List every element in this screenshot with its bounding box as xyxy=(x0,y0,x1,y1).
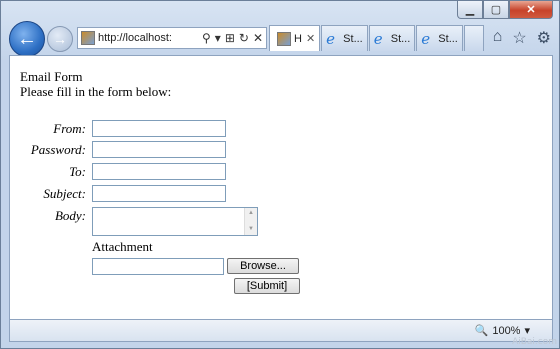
back-button[interactable]: ← xyxy=(9,21,45,57)
tab-strip: H ✕ e St... e St... e St... xyxy=(269,25,484,51)
back-arrow-icon: ← xyxy=(17,27,37,50)
stop-icon[interactable]: ✕ xyxy=(253,31,263,45)
to-input[interactable] xyxy=(92,163,226,180)
body-textarea[interactable]: ▲ ▼ xyxy=(92,207,258,236)
tab-label: H xyxy=(294,32,302,45)
tab-label: St... xyxy=(438,32,458,45)
subject-label: Subject: xyxy=(43,186,86,201)
attachment-label: Attachment xyxy=(92,239,153,254)
ie-icon: e xyxy=(326,29,336,48)
compatibility-icon[interactable]: ⊞ xyxy=(225,31,235,45)
gear-icon[interactable]: ⚙ xyxy=(537,28,551,48)
browse-button[interactable]: Browse... xyxy=(227,258,299,274)
refresh-icon[interactable]: ↻ xyxy=(239,31,249,45)
zoom-control[interactable]: 🔍 100% ▾ xyxy=(474,324,530,338)
chevron-down-icon[interactable]: ▾ xyxy=(524,324,530,337)
from-label: From: xyxy=(53,121,86,136)
home-icon[interactable]: ⌂ xyxy=(493,28,503,48)
favorites-icon[interactable]: ☆ xyxy=(512,28,526,48)
submit-button[interactable]: [Submit] xyxy=(234,278,300,294)
scrollbar[interactable]: ▲ ▼ xyxy=(244,208,257,235)
to-label: To: xyxy=(69,164,86,179)
zoom-icon: 🔍 xyxy=(474,325,489,337)
close-button[interactable]: ✕ xyxy=(509,1,553,19)
scroll-down-icon[interactable]: ▼ xyxy=(248,226,254,232)
page-content: Email Form Please fill in the form below… xyxy=(9,55,553,320)
ie-icon: e xyxy=(421,29,431,48)
dropdown-icon[interactable]: ▾ xyxy=(215,31,221,45)
address-text[interactable]: http://localhost: xyxy=(98,32,202,44)
status-bar: 🔍 100% ▾ xyxy=(9,320,553,342)
scroll-up-icon[interactable]: ▲ xyxy=(248,210,254,216)
password-label: Password: xyxy=(30,142,86,157)
zoom-level: 100% xyxy=(492,324,521,337)
tab-label: St... xyxy=(390,32,411,45)
new-tab-button[interactable] xyxy=(463,25,484,51)
tab-label: St... xyxy=(343,32,363,45)
ie-icon: e xyxy=(373,29,383,48)
maximize-button[interactable]: ▢ xyxy=(483,1,509,19)
tab[interactable]: e St... xyxy=(321,25,368,51)
toolbar: ⌂ ☆ ⚙ xyxy=(493,28,551,48)
form-instructions: Please fill in the form below: xyxy=(20,84,172,99)
address-bar[interactable]: http://localhost: ⚲ ▾ ⊞ ↻ ✕ xyxy=(77,27,267,49)
window-controls: ▁ ▢ ✕ xyxy=(457,1,553,19)
search-icon[interactable]: ⚲ xyxy=(202,31,211,45)
browser-window: ▁ ▢ ✕ ← → http://localhost: ⚲ ▾ ⊞ ↻ ✕ H … xyxy=(0,0,560,349)
attachment-file-input[interactable] xyxy=(92,258,224,275)
body-label: Body: xyxy=(54,208,86,223)
from-input[interactable] xyxy=(92,120,226,137)
minimize-button[interactable]: ▁ xyxy=(457,1,483,19)
page-icon xyxy=(277,31,291,46)
password-input[interactable] xyxy=(92,141,226,158)
form-title: Email Form xyxy=(20,69,83,84)
tab-active[interactable]: H ✕ xyxy=(269,25,321,51)
close-tab-icon[interactable]: ✕ xyxy=(306,32,315,45)
page-icon xyxy=(81,31,95,45)
watermark: AiBai.com xyxy=(512,337,557,347)
tab[interactable]: e St... xyxy=(416,25,463,51)
forward-button[interactable]: → xyxy=(47,26,73,52)
tab[interactable]: e St... xyxy=(368,25,416,51)
subject-input[interactable] xyxy=(92,185,226,202)
forward-arrow-icon: → xyxy=(53,31,67,47)
